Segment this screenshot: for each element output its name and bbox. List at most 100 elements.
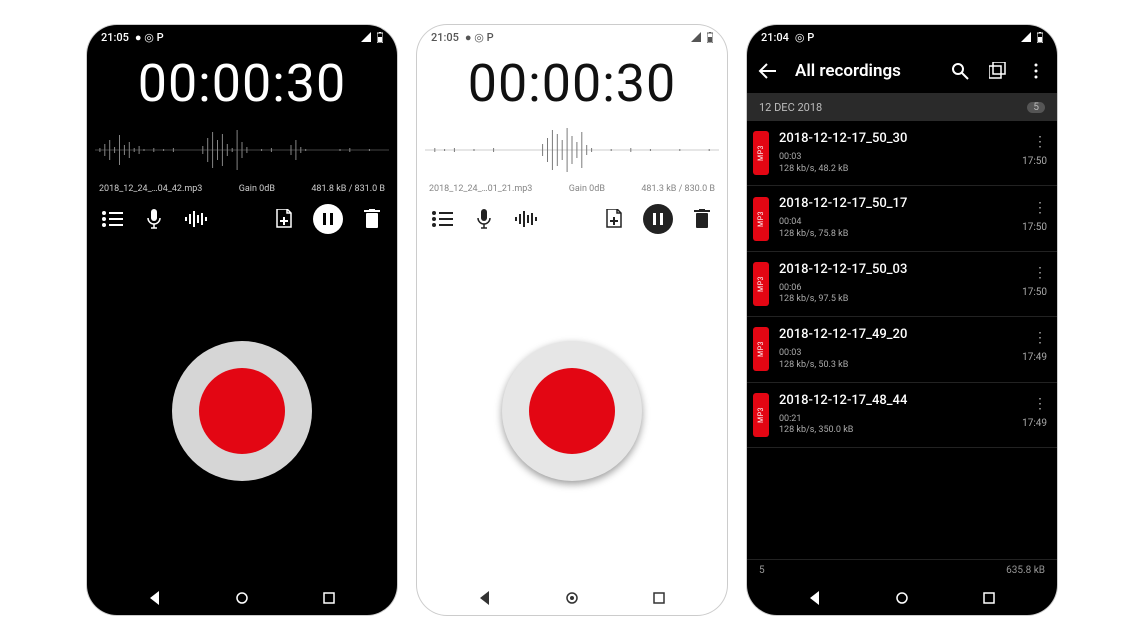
recording-meta: 00:03128 kb/s, 48.2 kB [779, 152, 1022, 175]
record-dot-icon [199, 368, 285, 454]
nav-back-icon[interactable] [146, 589, 164, 607]
nav-recent-icon[interactable] [980, 589, 998, 607]
trash-icon[interactable] [689, 206, 715, 232]
library-icon[interactable] [987, 60, 1009, 82]
format-label: MP3 [757, 407, 765, 423]
recording-info: 2018-12-12-17_50_17 00:04128 kb/s, 75.8 … [779, 196, 1022, 240]
statusbar: 21:04 ◎ P [747, 25, 1057, 49]
pause-button[interactable] [313, 204, 343, 234]
nav-home-icon[interactable] [563, 589, 581, 607]
list-icon[interactable] [99, 206, 125, 232]
recording-time: 17:50 [1022, 287, 1047, 298]
recording-meta: 00:03128 kb/s, 50.3 kB [779, 348, 1022, 371]
nav-recent-icon[interactable] [650, 589, 668, 607]
status-icons-right [691, 32, 713, 43]
list-icon[interactable] [429, 206, 455, 232]
signal-icon [1021, 32, 1031, 42]
nav-back-icon[interactable] [806, 589, 824, 607]
recordings-list: MP3 2018-12-12-17_50_30 00:03128 kb/s, 4… [747, 121, 1057, 559]
phone-light-recorder: 21:05 ● ◎ P 00:00:30 2018_12_24_…01_21.m… [417, 25, 727, 615]
status-icons-right [1021, 32, 1043, 43]
recording-time: 17:50 [1022, 222, 1047, 233]
recording-row[interactable]: MP3 2018-12-12-17_50_03 00:06128 kb/s, 9… [747, 252, 1057, 317]
format-tag: MP3 [753, 393, 769, 437]
recording-row[interactable]: MP3 2018-12-12-17_50_17 00:04128 kb/s, 7… [747, 186, 1057, 251]
recording-info: 2018-12-12-17_50_30 00:03128 kb/s, 48.2 … [779, 131, 1022, 175]
status-time: 21:05 [101, 31, 129, 44]
recording-info: 2018_12_24_…04_42.mp3 Gain 0dB 481.8 kB … [87, 180, 397, 198]
nav-home-icon[interactable] [233, 589, 251, 607]
section-date: 12 DEC 2018 [759, 101, 822, 114]
recording-row[interactable]: MP3 2018-12-12-17_48_44 00:21128 kb/s, 3… [747, 383, 1057, 448]
recording-info: 2018-12-12-17_48_44 00:21128 kb/s, 350.0… [779, 393, 1022, 437]
statusbar: 21:05 ● ◎ P [87, 25, 397, 49]
format-tag: MP3 [753, 197, 769, 241]
back-arrow-icon[interactable] [757, 60, 779, 82]
mic-icon[interactable] [471, 206, 497, 232]
new-file-icon[interactable] [601, 206, 627, 232]
footer-total: 635.8 kB [1006, 565, 1045, 576]
nav-home-icon[interactable] [893, 589, 911, 607]
recording-name: 2018-12-12-17_50_17 [779, 196, 1022, 211]
recording-time: 17:49 [1022, 418, 1047, 429]
battery-icon [707, 32, 713, 43]
search-icon[interactable] [949, 60, 971, 82]
status-time: 21:04 [761, 31, 789, 44]
android-navbar [87, 581, 397, 615]
record-area [87, 240, 397, 581]
appbar: All recordings [747, 49, 1057, 93]
status-icons-left: ● ◎ P [135, 31, 164, 44]
recording-name: 2018-12-12-17_50_30 [779, 131, 1022, 146]
format-label: MP3 [757, 145, 765, 161]
recording-meta: 00:21128 kb/s, 350.0 kB [779, 414, 1022, 437]
recording-name: 2018-12-12-17_48_44 [779, 393, 1022, 408]
statusbar: 21:05 ● ◎ P [417, 25, 727, 49]
recording-time: 17:49 [1022, 352, 1047, 363]
format-tag: MP3 [753, 327, 769, 371]
pause-button[interactable] [643, 204, 673, 234]
new-file-icon[interactable] [271, 206, 297, 232]
section-count: 5 [1027, 102, 1045, 113]
record-button[interactable] [502, 341, 642, 481]
battery-icon [1037, 32, 1043, 43]
nav-back-icon[interactable] [476, 589, 494, 607]
info-size: 481.8 kB / 831.0 B [311, 184, 385, 194]
recording-time: 17:50 [1022, 156, 1047, 167]
waveform [417, 120, 727, 180]
elapsed-timer: 00:00:30 [417, 53, 727, 114]
nav-recent-icon[interactable] [320, 589, 338, 607]
waveform-icon[interactable] [513, 206, 539, 232]
row-overflow-icon[interactable]: ⋮ [1033, 401, 1047, 408]
row-overflow-icon[interactable]: ⋮ [1033, 335, 1047, 342]
row-overflow-icon[interactable]: ⋮ [1033, 205, 1047, 212]
record-area [417, 240, 727, 581]
status-icons-left: ● ◎ P [465, 31, 494, 44]
format-label: MP3 [757, 341, 765, 357]
status-time: 21:05 [431, 31, 459, 44]
record-button[interactable] [172, 341, 312, 481]
elapsed-timer: 00:00:30 [87, 53, 397, 114]
section-header: 12 DEC 2018 5 [747, 93, 1057, 121]
signal-icon [691, 32, 701, 42]
row-overflow-icon[interactable]: ⋮ [1033, 270, 1047, 277]
trash-icon[interactable] [359, 206, 385, 232]
overflow-icon[interactable] [1025, 60, 1047, 82]
recording-info: 2018-12-12-17_50_03 00:06128 kb/s, 97.5 … [779, 262, 1022, 306]
info-gain: Gain 0dB [239, 184, 275, 194]
row-overflow-icon[interactable]: ⋮ [1033, 139, 1047, 146]
recording-row[interactable]: MP3 2018-12-12-17_49_20 00:03128 kb/s, 5… [747, 317, 1057, 382]
recording-name: 2018-12-12-17_49_20 [779, 327, 1022, 342]
recording-row[interactable]: MP3 2018-12-12-17_50_30 00:03128 kb/s, 4… [747, 121, 1057, 186]
waveform-icon[interactable] [183, 206, 209, 232]
toolbar [87, 198, 397, 240]
appbar-title: All recordings [795, 61, 933, 81]
footer-count: 5 [759, 565, 765, 576]
status-icons-left: ◎ P [795, 31, 814, 44]
recording-meta: 00:04128 kb/s, 75.8 kB [779, 217, 1022, 240]
mic-icon[interactable] [141, 206, 167, 232]
info-gain: Gain 0dB [569, 184, 605, 194]
recording-name: 2018-12-12-17_50_03 [779, 262, 1022, 277]
battery-icon [377, 32, 383, 43]
list-footer: 5 635.8 kB [747, 559, 1057, 581]
format-label: MP3 [757, 276, 765, 292]
